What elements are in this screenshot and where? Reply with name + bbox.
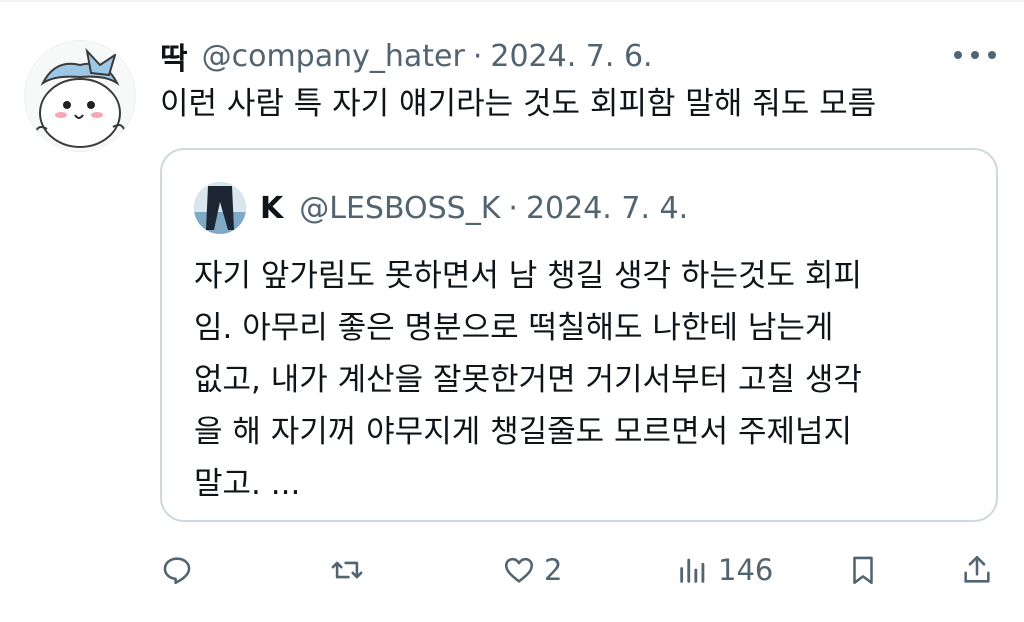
views-button[interactable]: 146	[676, 548, 773, 592]
quoted-header-separator: ·	[508, 190, 518, 226]
more-dot	[971, 51, 979, 59]
bookmark-button[interactable]	[846, 548, 880, 592]
share-upload-icon	[964, 555, 990, 583]
quoted-text-line: 자기 앞가림도 못하면서 남 챙길 생각 하는것도 회피	[194, 258, 862, 294]
speech-bubble-icon	[163, 557, 191, 585]
more-dot	[954, 51, 962, 59]
top-divider	[0, 0, 1024, 2]
author-display-name[interactable]: 딱	[160, 34, 188, 78]
quoted-tweet-card[interactable]: K @LESBOSS_K · 2024. 7. 4. 자기 앞가림도 못하면서 …	[160, 148, 998, 522]
like-button[interactable]: 2	[502, 548, 562, 592]
quoted-date: 2024. 7. 4.	[525, 190, 689, 226]
bar-chart-icon	[680, 558, 705, 583]
quoted-tweet-text: 자기 앞가림도 못하면서 남 챙길 생각 하는것도 회피 임. 아무리 좋은 명…	[194, 250, 974, 510]
avatar-illustration	[25, 41, 135, 151]
quoted-display-name[interactable]: K	[260, 191, 283, 226]
quoted-tweet-header: K @LESBOSS_K · 2024. 7. 4.	[260, 186, 688, 230]
share-button[interactable]	[960, 548, 994, 592]
quoted-text-line: 없고, 내가 계산을 잘못한거면 거기서부터 고칠 생각	[194, 362, 862, 398]
author-avatar[interactable]	[24, 40, 136, 152]
retweet-icon	[331, 561, 363, 579]
author-handle[interactable]: @company_hater	[202, 39, 465, 74]
heart-icon	[504, 557, 534, 583]
quoted-author-avatar[interactable]	[194, 182, 246, 234]
more-dot	[988, 51, 996, 59]
tweet-text: 이런 사람 특 자기 얘기라는 것도 회피함 말해 줘도 모름	[160, 86, 877, 122]
quoted-text-line: 임. 아무리 좋은 명분으로 떡칠해도 나한테 남는게	[194, 310, 834, 346]
more-options-icon[interactable]	[954, 42, 996, 68]
bookmark-icon	[853, 556, 873, 585]
action-bar: 2 146	[0, 548, 1024, 592]
quoted-text-line: 말고. ...	[194, 466, 301, 502]
reply-button[interactable]	[160, 548, 194, 592]
tweet-header: 딱 @company_hater · 2024. 7. 6.	[160, 34, 653, 78]
quoted-text-line: 을 해 자기꺼 야무지게 챙길줄도 모르면서 주제넘지	[194, 414, 853, 450]
retweet-button[interactable]	[330, 548, 364, 592]
quoted-handle[interactable]: @LESBOSS_K	[299, 191, 500, 226]
tweet-date[interactable]: 2024. 7. 6.	[490, 39, 652, 74]
quoted-avatar-image	[194, 182, 246, 234]
like-count: 2	[544, 553, 563, 587]
header-separator: ·	[472, 38, 483, 74]
views-count: 146	[718, 553, 774, 587]
